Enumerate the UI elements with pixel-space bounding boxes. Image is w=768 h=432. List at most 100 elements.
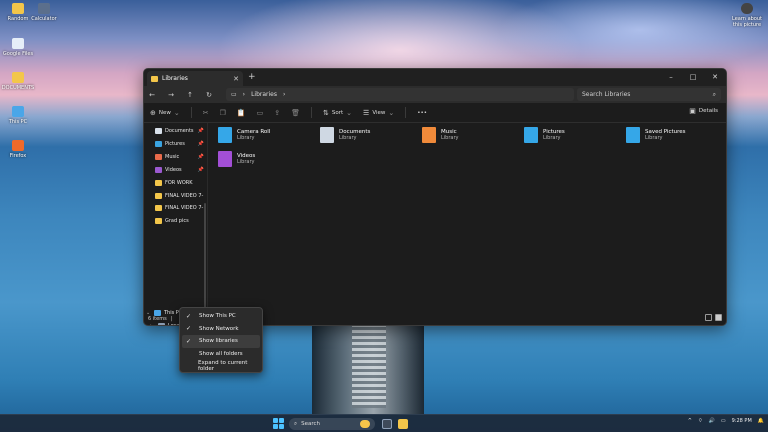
breadcrumb-sep: › bbox=[242, 91, 246, 98]
tiles-view-icon[interactable] bbox=[715, 314, 722, 321]
copy-icon[interactable]: ❐ bbox=[220, 109, 226, 117]
toolbar-divider bbox=[311, 107, 313, 118]
desktop-icon-image bbox=[12, 106, 24, 117]
new-tab-button[interactable]: + bbox=[248, 72, 256, 82]
desktop-icon[interactable]: Google Files bbox=[0, 38, 36, 57]
library-icon bbox=[626, 127, 640, 143]
desktop-icon-label: Calculator bbox=[31, 16, 57, 22]
new-button[interactable]: ⊕ New ⌄ bbox=[150, 109, 180, 117]
explorer-body: Documents 📌 Pictures 📌 Music 📌 Videos 📌 FOR WORK… bbox=[144, 123, 726, 325]
desktop-icon-label: Google Files bbox=[2, 51, 34, 57]
network-icon[interactable]: ⌔ bbox=[698, 418, 703, 424]
library-type: Library bbox=[339, 135, 357, 141]
window-controls: – □ ✕ bbox=[660, 69, 726, 86]
context-menu-label: Show all folders bbox=[199, 350, 243, 357]
paste-icon[interactable]: 📋 bbox=[237, 109, 246, 117]
nav-item-quick-access[interactable]: Pictures 📌 bbox=[155, 138, 206, 150]
nav-item-quick-access[interactable]: Documents 📌 bbox=[155, 125, 206, 137]
system-tray: ^ ⌔ 🔊 ▭ 9:28 PM 🔔 bbox=[688, 418, 764, 424]
context-menu-item[interactable]: ✓ Show This PC bbox=[182, 310, 260, 323]
details-view-icon[interactable] bbox=[705, 314, 712, 321]
nav-item-quick-access[interactable]: Grad pics bbox=[155, 215, 206, 227]
view-toggle bbox=[705, 314, 722, 321]
maximize-button[interactable]: □ bbox=[682, 69, 704, 86]
library-text: Saved Pictures Library bbox=[645, 129, 686, 141]
forward-button[interactable]: → bbox=[167, 91, 175, 99]
library-item[interactable]: Camera Roll Library bbox=[218, 127, 270, 143]
nav-item-label: Grad pics bbox=[165, 218, 189, 225]
desktop-icon-image bbox=[12, 140, 24, 151]
cut-icon[interactable]: ✂ bbox=[203, 109, 209, 117]
library-icon bbox=[218, 127, 232, 143]
desktop-icon[interactable]: DOCUMENTS bbox=[0, 72, 36, 91]
navigation-pane: Documents 📌 Pictures 📌 Music 📌 Videos 📌 FOR WORK… bbox=[144, 123, 208, 325]
clock[interactable]: 9:28 PM bbox=[732, 418, 752, 424]
battery-icon[interactable]: ▭ bbox=[721, 418, 726, 424]
learn-about-picture[interactable]: Learn about this picture bbox=[728, 3, 766, 28]
nav-item-quick-access[interactable]: Videos 📌 bbox=[155, 164, 206, 176]
nav-item-quick-access[interactable]: FOR WORK bbox=[155, 177, 206, 189]
delete-icon[interactable]: 🗑 bbox=[291, 109, 300, 117]
close-button[interactable]: ✕ bbox=[704, 69, 726, 86]
wallpaper-pier bbox=[312, 318, 424, 414]
details-label: Details bbox=[698, 108, 718, 114]
desktop-icon[interactable]: This PC bbox=[0, 106, 36, 125]
tab-close-icon[interactable]: ✕ bbox=[233, 75, 239, 83]
search-highlight-icon bbox=[360, 420, 370, 428]
desktop-icon-label: DOCUMENTS bbox=[1, 85, 35, 91]
library-icon bbox=[524, 127, 538, 143]
search-input[interactable]: Search Libraries ⌕ bbox=[577, 88, 721, 101]
nav-item-label: Music bbox=[165, 153, 180, 160]
taskbar-search[interactable]: ⌕ Search bbox=[289, 418, 375, 430]
desktop-icon[interactable]: Firefox bbox=[0, 140, 36, 159]
context-menu-item[interactable]: Expand to current folder bbox=[182, 360, 260, 373]
rename-icon[interactable]: ▭ bbox=[257, 109, 264, 117]
checkmark-icon: ✓ bbox=[186, 337, 192, 345]
nav-item-quick-access[interactable]: FINAL VIDEO 7- bbox=[155, 202, 206, 214]
pin-icon: 📌 bbox=[197, 140, 204, 147]
context-menu-label: Show This PC bbox=[199, 313, 236, 320]
nav-item-quick-access[interactable]: Music 📌 bbox=[155, 151, 206, 163]
share-icon[interactable]: ⇪ bbox=[274, 109, 280, 117]
details-button[interactable]: ▣ Details bbox=[689, 107, 718, 115]
learn-label: Learn about this picture bbox=[732, 16, 762, 28]
address-bar[interactable]: ▭ › Libraries › bbox=[226, 88, 574, 101]
view-button[interactable]: ☰ View ⌄ bbox=[363, 109, 394, 117]
folder-icon bbox=[155, 166, 162, 173]
context-menu-item[interactable]: Show all folders bbox=[182, 348, 260, 361]
nav-item-label: Videos bbox=[165, 166, 182, 173]
sort-button[interactable]: ⇅ Sort ⌄ bbox=[323, 109, 352, 117]
nav-item-quick-access[interactable]: FINAL VIDEO 7- bbox=[155, 190, 206, 202]
desktop-icon-image bbox=[12, 3, 24, 14]
item-count: 6 items bbox=[148, 315, 167, 322]
start-button[interactable] bbox=[273, 418, 284, 429]
library-item[interactable]: Music Library bbox=[422, 127, 458, 143]
refresh-button[interactable]: ↻ bbox=[205, 91, 213, 99]
tray-overflow-icon[interactable]: ^ bbox=[688, 418, 692, 424]
nav-item-label: FINAL VIDEO 7- bbox=[165, 205, 204, 212]
task-view-icon[interactable] bbox=[382, 419, 392, 429]
back-button[interactable]: ← bbox=[148, 91, 156, 99]
taskbar: ⌕ Search ^ ⌔ 🔊 ▭ 9:28 PM 🔔 bbox=[0, 414, 768, 432]
view-label: View bbox=[372, 109, 386, 116]
notification-icon[interactable]: 🔔 bbox=[758, 418, 764, 424]
folder-icon bbox=[155, 153, 162, 160]
library-item[interactable]: Videos Library bbox=[218, 151, 255, 167]
library-item[interactable]: Pictures Library bbox=[524, 127, 565, 143]
breadcrumb-sep-2[interactable]: › bbox=[283, 91, 285, 98]
breadcrumb-libraries[interactable]: Libraries bbox=[251, 91, 277, 98]
tab-libraries[interactable]: Libraries ✕ bbox=[147, 71, 243, 86]
file-explorer-taskbar-icon[interactable] bbox=[398, 419, 408, 429]
camera-icon bbox=[741, 3, 753, 14]
context-menu-item[interactable]: ✓ Show libraries bbox=[182, 335, 260, 348]
up-button[interactable]: ↑ bbox=[186, 91, 194, 99]
folder-icon bbox=[155, 140, 162, 147]
library-item[interactable]: Saved Pictures Library bbox=[626, 127, 686, 143]
library-item[interactable]: Documents Library bbox=[320, 127, 370, 143]
file-explorer-window: Libraries ✕ + – □ ✕ ← → ↑ ↻ ▭ › Librarie… bbox=[143, 68, 727, 326]
desktop-icon[interactable]: Calculator bbox=[26, 3, 62, 22]
volume-icon[interactable]: 🔊 bbox=[709, 418, 715, 424]
more-options-button[interactable]: ••• bbox=[417, 110, 427, 116]
context-menu-item[interactable]: ✓ Show Network bbox=[182, 323, 260, 336]
minimize-button[interactable]: – bbox=[660, 69, 682, 86]
